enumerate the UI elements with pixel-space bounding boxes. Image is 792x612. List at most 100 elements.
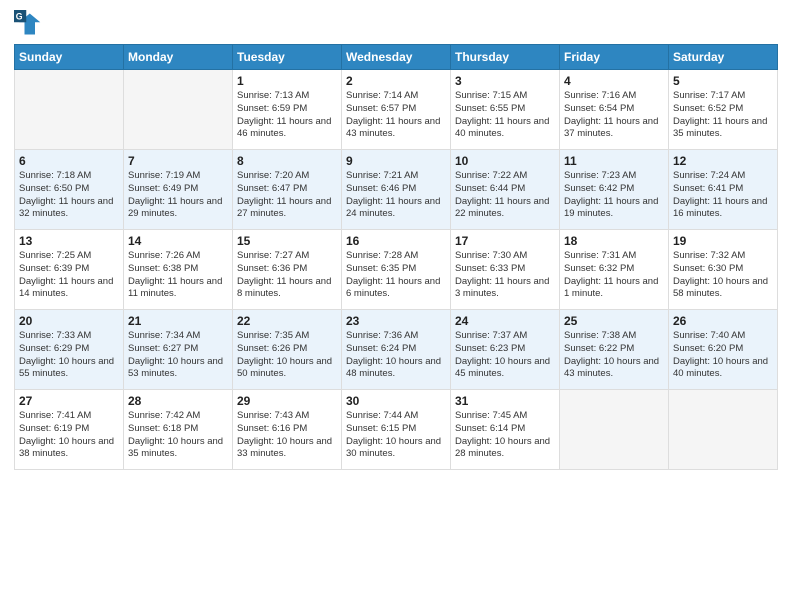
- day-number: 14: [128, 234, 228, 248]
- day-cell: [124, 70, 233, 150]
- day-number: 26: [673, 314, 773, 328]
- day-info: Sunrise: 7:40 AMSunset: 6:20 PMDaylight:…: [673, 330, 773, 381]
- page: G SundayMondayTuesdayWednesdayThursdayFr…: [0, 0, 792, 484]
- day-number: 9: [346, 154, 446, 168]
- day-number: 28: [128, 394, 228, 408]
- day-cell: 25 Sunrise: 7:38 AMSunset: 6:22 PMDayligh…: [560, 310, 669, 390]
- day-cell: [15, 70, 124, 150]
- day-info: Sunrise: 7:41 AMSunset: 6:19 PMDaylight:…: [19, 410, 119, 461]
- day-cell: 8 Sunrise: 7:20 AMSunset: 6:47 PMDaylight…: [233, 150, 342, 230]
- day-number: 1: [237, 74, 337, 88]
- day-info: Sunrise: 7:45 AMSunset: 6:14 PMDaylight:…: [455, 410, 555, 461]
- day-number: 8: [237, 154, 337, 168]
- day-number: 17: [455, 234, 555, 248]
- header-day: Wednesday: [342, 45, 451, 70]
- day-number: 3: [455, 74, 555, 88]
- day-cell: 13 Sunrise: 7:25 AMSunset: 6:39 PMDayligh…: [15, 230, 124, 310]
- day-cell: 28 Sunrise: 7:42 AMSunset: 6:18 PMDayligh…: [124, 390, 233, 470]
- day-cell: 24 Sunrise: 7:37 AMSunset: 6:23 PMDayligh…: [451, 310, 560, 390]
- day-info: Sunrise: 7:14 AMSunset: 6:57 PMDaylight:…: [346, 90, 446, 141]
- calendar-table: SundayMondayTuesdayWednesdayThursdayFrid…: [14, 44, 778, 470]
- day-info: Sunrise: 7:31 AMSunset: 6:32 PMDaylight:…: [564, 250, 664, 301]
- svg-text:G: G: [16, 12, 23, 22]
- day-cell: 1 Sunrise: 7:13 AMSunset: 6:59 PMDaylight…: [233, 70, 342, 150]
- day-number: 27: [19, 394, 119, 408]
- day-number: 29: [237, 394, 337, 408]
- day-number: 2: [346, 74, 446, 88]
- day-info: Sunrise: 7:36 AMSunset: 6:24 PMDaylight:…: [346, 330, 446, 381]
- day-number: 4: [564, 74, 664, 88]
- day-number: 12: [673, 154, 773, 168]
- day-number: 19: [673, 234, 773, 248]
- day-cell: 14 Sunrise: 7:26 AMSunset: 6:38 PMDayligh…: [124, 230, 233, 310]
- day-cell: 20 Sunrise: 7:33 AMSunset: 6:29 PMDayligh…: [15, 310, 124, 390]
- day-cell: 30Sunrise: 7:44 AMSunset: 6:15 PMDayligh…: [342, 390, 451, 470]
- day-number: 11: [564, 154, 664, 168]
- day-info: Sunrise: 7:20 AMSunset: 6:47 PMDaylight:…: [237, 170, 337, 221]
- logo-icon: G: [14, 10, 42, 38]
- header-day: Sunday: [15, 45, 124, 70]
- day-info: Sunrise: 7:27 AMSunset: 6:36 PMDaylight:…: [237, 250, 337, 301]
- day-cell: 7 Sunrise: 7:19 AMSunset: 6:49 PMDaylight…: [124, 150, 233, 230]
- day-info: Sunrise: 7:32 AMSunset: 6:30 PMDaylight:…: [673, 250, 773, 301]
- header-day: Friday: [560, 45, 669, 70]
- day-number: 13: [19, 234, 119, 248]
- day-cell: 2 Sunrise: 7:14 AMSunset: 6:57 PMDaylight…: [342, 70, 451, 150]
- day-cell: 4 Sunrise: 7:16 AMSunset: 6:54 PMDaylight…: [560, 70, 669, 150]
- day-cell: 11 Sunrise: 7:23 AMSunset: 6:42 PMDayligh…: [560, 150, 669, 230]
- day-cell: 31Sunrise: 7:45 AMSunset: 6:14 PMDayligh…: [451, 390, 560, 470]
- day-number: 16: [346, 234, 446, 248]
- day-info: Sunrise: 7:26 AMSunset: 6:38 PMDaylight:…: [128, 250, 228, 301]
- day-cell: 18Sunrise: 7:31 AMSunset: 6:32 PMDayligh…: [560, 230, 669, 310]
- logo: G: [14, 10, 46, 38]
- day-info: Sunrise: 7:18 AMSunset: 6:50 PMDaylight:…: [19, 170, 119, 221]
- day-cell: 6Sunrise: 7:18 AMSunset: 6:50 PMDaylight…: [15, 150, 124, 230]
- day-cell: 26 Sunrise: 7:40 AMSunset: 6:20 PMDayligh…: [669, 310, 778, 390]
- day-cell: 27 Sunrise: 7:41 AMSunset: 6:19 PMDayligh…: [15, 390, 124, 470]
- header-row: SundayMondayTuesdayWednesdayThursdayFrid…: [15, 45, 778, 70]
- day-cell: 16 Sunrise: 7:28 AMSunset: 6:35 PMDayligh…: [342, 230, 451, 310]
- day-number: 25: [564, 314, 664, 328]
- day-cell: [669, 390, 778, 470]
- header-day: Thursday: [451, 45, 560, 70]
- day-info: Sunrise: 7:43 AMSunset: 6:16 PMDaylight:…: [237, 410, 337, 461]
- day-number: 24: [455, 314, 555, 328]
- day-number: 22: [237, 314, 337, 328]
- day-cell: 21Sunrise: 7:34 AMSunset: 6:27 PMDayligh…: [124, 310, 233, 390]
- day-info: Sunrise: 7:33 AMSunset: 6:29 PMDaylight:…: [19, 330, 119, 381]
- week-row: 27 Sunrise: 7:41 AMSunset: 6:19 PMDayligh…: [15, 390, 778, 470]
- day-cell: 3 Sunrise: 7:15 AMSunset: 6:55 PMDaylight…: [451, 70, 560, 150]
- day-number: 15: [237, 234, 337, 248]
- day-cell: 22 Sunrise: 7:35 AMSunset: 6:26 PMDayligh…: [233, 310, 342, 390]
- day-cell: [560, 390, 669, 470]
- week-row: 1 Sunrise: 7:13 AMSunset: 6:59 PMDaylight…: [15, 70, 778, 150]
- day-number: 7: [128, 154, 228, 168]
- day-info: Sunrise: 7:28 AMSunset: 6:35 PMDaylight:…: [346, 250, 446, 301]
- day-info: Sunrise: 7:38 AMSunset: 6:22 PMDaylight:…: [564, 330, 664, 381]
- header-day: Tuesday: [233, 45, 342, 70]
- week-row: 13 Sunrise: 7:25 AMSunset: 6:39 PMDayligh…: [15, 230, 778, 310]
- day-info: Sunrise: 7:17 AMSunset: 6:52 PMDaylight:…: [673, 90, 773, 141]
- day-cell: 5Sunrise: 7:17 AMSunset: 6:52 PMDaylight…: [669, 70, 778, 150]
- day-info: Sunrise: 7:44 AMSunset: 6:15 PMDaylight:…: [346, 410, 446, 461]
- header: G: [14, 10, 778, 38]
- day-info: Sunrise: 7:30 AMSunset: 6:33 PMDaylight:…: [455, 250, 555, 301]
- day-info: Sunrise: 7:25 AMSunset: 6:39 PMDaylight:…: [19, 250, 119, 301]
- day-info: Sunrise: 7:42 AMSunset: 6:18 PMDaylight:…: [128, 410, 228, 461]
- day-cell: 9Sunrise: 7:21 AMSunset: 6:46 PMDaylight…: [342, 150, 451, 230]
- day-cell: 19 Sunrise: 7:32 AMSunset: 6:30 PMDayligh…: [669, 230, 778, 310]
- day-info: Sunrise: 7:37 AMSunset: 6:23 PMDaylight:…: [455, 330, 555, 381]
- day-info: Sunrise: 7:15 AMSunset: 6:55 PMDaylight:…: [455, 90, 555, 141]
- day-info: Sunrise: 7:35 AMSunset: 6:26 PMDaylight:…: [237, 330, 337, 381]
- header-day: Monday: [124, 45, 233, 70]
- day-info: Sunrise: 7:16 AMSunset: 6:54 PMDaylight:…: [564, 90, 664, 141]
- day-number: 20: [19, 314, 119, 328]
- day-info: Sunrise: 7:13 AMSunset: 6:59 PMDaylight:…: [237, 90, 337, 141]
- day-cell: 10Sunrise: 7:22 AMSunset: 6:44 PMDayligh…: [451, 150, 560, 230]
- day-info: Sunrise: 7:23 AMSunset: 6:42 PMDaylight:…: [564, 170, 664, 221]
- day-info: Sunrise: 7:19 AMSunset: 6:49 PMDaylight:…: [128, 170, 228, 221]
- day-cell: 12 Sunrise: 7:24 AMSunset: 6:41 PMDayligh…: [669, 150, 778, 230]
- day-info: Sunrise: 7:24 AMSunset: 6:41 PMDaylight:…: [673, 170, 773, 221]
- day-info: Sunrise: 7:22 AMSunset: 6:44 PMDaylight:…: [455, 170, 555, 221]
- week-row: 6Sunrise: 7:18 AMSunset: 6:50 PMDaylight…: [15, 150, 778, 230]
